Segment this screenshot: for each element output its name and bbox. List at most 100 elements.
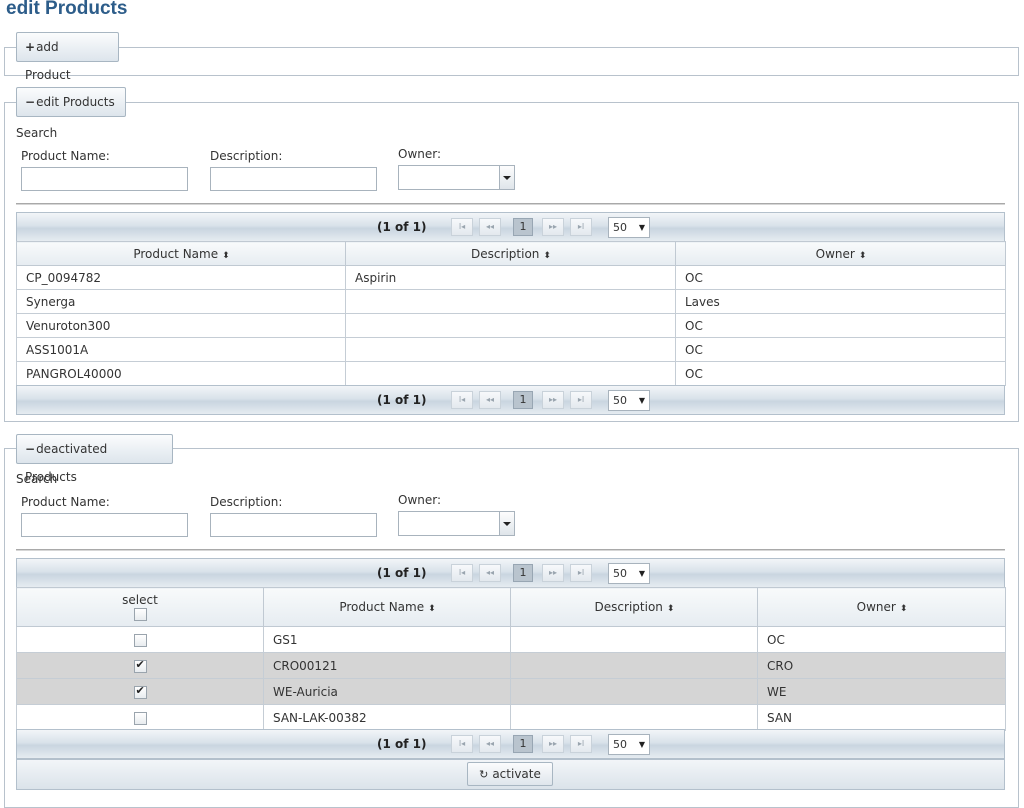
edit-paginator-bottom: (1 of 1) I◂ ◂◂ 1 ▸▸ ▸I 50 bbox=[16, 385, 1005, 415]
column-header-product-name[interactable]: Product Name ⬍ bbox=[263, 587, 511, 627]
last-page-icon[interactable]: ▸I bbox=[570, 564, 592, 582]
minus-icon: − bbox=[25, 95, 36, 109]
table-row[interactable]: GS1 OC bbox=[16, 626, 1006, 653]
prev-page-icon[interactable]: ◂◂ bbox=[479, 218, 501, 236]
page-number[interactable]: 1 bbox=[513, 564, 533, 582]
deact-owner-label: Owner: bbox=[398, 493, 442, 507]
row-select-checkbox[interactable] bbox=[133, 633, 147, 647]
edit-paginator-top: (1 of 1) I◂ ◂◂ 1 ▸▸ ▸I 50 bbox=[16, 212, 1005, 242]
prev-page-icon[interactable]: ◂◂ bbox=[479, 391, 501, 409]
add-product-panel bbox=[4, 47, 1019, 76]
chevron-down-icon[interactable] bbox=[499, 512, 514, 535]
minus-icon: − bbox=[25, 442, 36, 456]
cell-description bbox=[345, 337, 676, 362]
column-header-owner[interactable]: Owner ⬍ bbox=[675, 241, 1006, 266]
first-page-icon[interactable]: I◂ bbox=[451, 218, 473, 236]
deact-description-label: Description: bbox=[210, 495, 283, 509]
table-row[interactable]: CP_0094782 Aspirin OC bbox=[16, 265, 1006, 290]
cell-owner: OC bbox=[675, 265, 1006, 290]
cell-product-name: Venuroton300 bbox=[16, 313, 346, 338]
sort-icon: ⬍ bbox=[543, 250, 550, 261]
row-select-checkbox[interactable] bbox=[133, 711, 147, 725]
deact-product-name-label: Product Name: bbox=[21, 495, 110, 509]
edit-product-name-label: Product Name: bbox=[21, 149, 110, 163]
activate-button[interactable]: ↻ activate bbox=[467, 762, 553, 786]
column-header-owner[interactable]: Owner ⬍ bbox=[757, 587, 1006, 627]
sort-icon: ⬍ bbox=[858, 250, 866, 261]
row-select-checkbox[interactable] bbox=[133, 684, 147, 699]
deactivated-products-toggle[interactable]: −deactivated Products bbox=[16, 434, 173, 484]
next-page-icon[interactable]: ▸▸ bbox=[542, 218, 564, 236]
cell-owner: WE bbox=[757, 678, 1006, 705]
column-header-description[interactable]: Description ⬍ bbox=[510, 587, 758, 627]
last-page-icon[interactable]: ▸I bbox=[570, 391, 592, 409]
column-header-select: select bbox=[16, 587, 264, 627]
last-page-icon[interactable]: ▸I bbox=[570, 218, 592, 236]
edit-product-name-input[interactable] bbox=[21, 167, 188, 191]
deactivated-products-table: select Product Name ⬍ Description ⬍ Owner ⬍… bbox=[16, 587, 1006, 731]
table-row[interactable]: PANGROL40000 OC bbox=[16, 361, 1006, 386]
first-page-icon[interactable]: I◂ bbox=[451, 564, 473, 582]
table-row[interactable]: WE-Auricia WE bbox=[16, 678, 1006, 705]
deact-divider bbox=[16, 549, 1005, 551]
page-number[interactable]: 1 bbox=[513, 735, 533, 753]
activate-label: activate bbox=[492, 767, 541, 781]
edit-divider bbox=[16, 203, 1005, 205]
prev-page-icon[interactable]: ◂◂ bbox=[479, 735, 501, 753]
rows-per-page-select[interactable]: 50 bbox=[608, 390, 650, 411]
cell-owner: OC bbox=[675, 361, 1006, 386]
cell-product-name: PANGROL40000 bbox=[16, 361, 346, 386]
chevron-down-icon[interactable] bbox=[499, 166, 514, 189]
page-number[interactable]: 1 bbox=[513, 391, 533, 409]
next-page-icon[interactable]: ▸▸ bbox=[542, 391, 564, 409]
edit-description-label: Description: bbox=[210, 149, 283, 163]
next-page-icon[interactable]: ▸▸ bbox=[542, 564, 564, 582]
edit-products-table: Product Name ⬍ Description ⬍ Owner ⬍ CP_009… bbox=[16, 241, 1006, 386]
edit-owner-select[interactable] bbox=[398, 165, 515, 190]
edit-description-input[interactable] bbox=[210, 167, 377, 191]
cell-product-name: SAN-LAK-00382 bbox=[263, 704, 511, 731]
cell-product-name: ASS1001A bbox=[16, 337, 346, 362]
row-select-checkbox[interactable] bbox=[133, 658, 147, 673]
cell-description bbox=[510, 678, 758, 705]
next-page-icon[interactable]: ▸▸ bbox=[542, 735, 564, 753]
table-row[interactable]: Synerga Laves bbox=[16, 289, 1006, 314]
sort-icon: ⬍ bbox=[428, 604, 435, 614]
table-row[interactable]: ASS1001A OC bbox=[16, 337, 1006, 362]
select-all-checkbox[interactable] bbox=[133, 608, 147, 621]
deact-product-name-input[interactable] bbox=[21, 513, 188, 537]
cell-description bbox=[345, 361, 676, 386]
sort-icon: ⬍ bbox=[666, 604, 674, 614]
page-title: edit Products bbox=[6, 0, 128, 19]
cell-product-name: CRO00121 bbox=[263, 652, 511, 679]
add-product-toggle[interactable]: +add Product bbox=[16, 32, 119, 82]
refresh-icon: ↻ bbox=[479, 768, 489, 781]
last-page-icon[interactable]: ▸I bbox=[570, 735, 592, 753]
edit-products-legend-label: edit Products bbox=[36, 95, 115, 109]
deact-owner-select[interactable] bbox=[398, 511, 515, 536]
edit-owner-label: Owner: bbox=[398, 147, 442, 161]
rows-per-page-select[interactable]: 50 bbox=[608, 217, 650, 238]
table-row[interactable]: SAN-LAK-00382 SAN bbox=[16, 704, 1006, 731]
page-number[interactable]: 1 bbox=[513, 218, 533, 236]
first-page-icon[interactable]: I◂ bbox=[451, 391, 473, 409]
column-header-description[interactable]: Description ⬍ bbox=[345, 241, 676, 266]
cell-product-name: GS1 bbox=[263, 626, 511, 653]
edit-products-toggle[interactable]: −edit Products bbox=[16, 87, 126, 117]
first-page-icon[interactable]: I◂ bbox=[451, 735, 473, 753]
cell-description bbox=[510, 704, 758, 731]
deact-description-input[interactable] bbox=[210, 513, 377, 537]
cell-product-name: Synerga bbox=[16, 289, 346, 314]
cell-owner: Laves bbox=[675, 289, 1006, 314]
cell-description bbox=[345, 313, 676, 338]
table-row[interactable]: Venuroton300 OC bbox=[16, 313, 1006, 338]
deact-paginator-top: (1 of 1) I◂ ◂◂ 1 ▸▸ ▸I 50 bbox=[16, 558, 1005, 588]
table-row[interactable]: CRO00121 CRO bbox=[16, 652, 1006, 679]
sort-icon: ⬍ bbox=[899, 604, 907, 614]
rows-per-page-select[interactable]: 50 bbox=[608, 563, 650, 584]
cell-description bbox=[345, 289, 676, 314]
rows-per-page-select[interactable]: 50 bbox=[608, 734, 650, 755]
column-header-product-name[interactable]: Product Name ⬍ bbox=[16, 241, 346, 266]
prev-page-icon[interactable]: ◂◂ bbox=[479, 564, 501, 582]
cell-description: Aspirin bbox=[345, 265, 676, 290]
